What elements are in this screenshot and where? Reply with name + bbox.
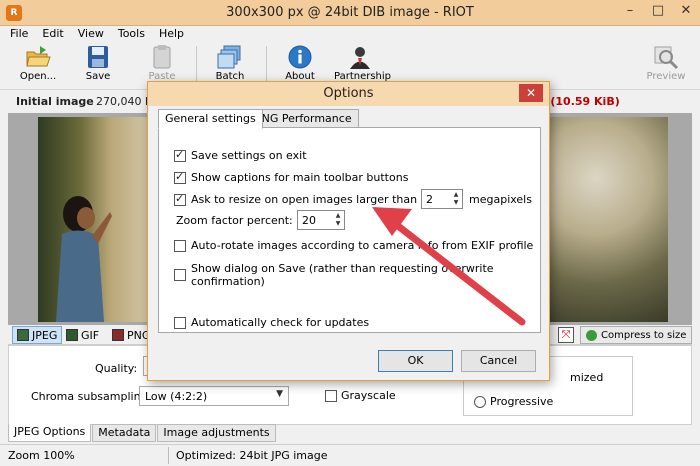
maximize-button[interactable]: □ <box>644 0 672 22</box>
optimized-size: s (10.59 KiB) <box>540 95 620 108</box>
ask-resize-option[interactable]: Ask to resize on open images larger than <box>174 192 417 206</box>
tab-general-settings[interactable]: General settings <box>158 109 263 129</box>
jpeg-format-icon <box>17 329 29 341</box>
auto-update-checkbox[interactable] <box>174 316 186 329</box>
tab-jpeg[interactable]: JPEG <box>12 326 63 344</box>
show-dialog-save-option[interactable]: Show dialog on Save (rather than request… <box>174 262 540 288</box>
spin-down-icon[interactable]: ▼ <box>451 199 461 207</box>
save-button[interactable]: Save <box>72 44 124 88</box>
gif-format-icon <box>66 329 78 341</box>
megapixels-spinner[interactable]: 2 ▲ ▼ <box>421 189 463 209</box>
toolbar-separator <box>196 46 197 86</box>
original-image-photo <box>38 117 158 322</box>
progressive-radio[interactable]: Progressive <box>474 395 553 408</box>
paste-clipboard-icon <box>153 45 171 69</box>
show-captions-option[interactable]: Show captions for main toolbar buttons <box>174 170 408 184</box>
grayscale-checkbox-box[interactable] <box>325 389 337 402</box>
zoom-factor-spinner[interactable]: 20 ▲ ▼ <box>297 210 345 230</box>
initial-image-label: Initial image <box>16 95 94 108</box>
png-format-icon <box>112 329 124 341</box>
close-window-button[interactable]: ✕ <box>672 0 700 22</box>
status-bar: Zoom 100% Optimized: 24bit JPG image <box>0 444 700 466</box>
optimized-image-photo <box>548 117 668 322</box>
tab-metadata[interactable]: Metadata <box>92 424 157 442</box>
girl-figure-image <box>56 196 112 322</box>
progressive-radio-circle[interactable] <box>474 395 486 408</box>
status-divider <box>168 447 169 464</box>
grayscale-checkbox[interactable]: Grayscale <box>325 389 396 402</box>
tab-gif[interactable]: GIF <box>62 326 103 344</box>
quality-label: Quality: <box>95 362 138 375</box>
spin-up-icon[interactable]: ▲ <box>451 191 461 199</box>
open-folder-icon <box>26 46 51 67</box>
menu-tools[interactable]: Tools <box>112 26 151 42</box>
dialog-title: Options <box>148 82 549 106</box>
cancel-button[interactable]: Cancel <box>461 350 536 372</box>
person-icon <box>350 47 370 69</box>
auto-update-option[interactable]: Automatically check for updates <box>174 316 369 329</box>
auto-rotate-option[interactable]: Auto-rotate images according to camera i… <box>174 239 533 252</box>
preview-button[interactable]: Preview <box>640 44 692 88</box>
status-message: Optimized: 24bit JPG image <box>176 449 328 462</box>
compress-icon <box>586 329 597 341</box>
info-icon <box>288 45 312 69</box>
ask-resize-checkbox[interactable] <box>174 192 186 206</box>
spin-up-icon[interactable]: ▲ <box>333 212 343 220</box>
menu-edit[interactable]: Edit <box>36 26 69 42</box>
batch-images-icon <box>217 45 241 69</box>
save-on-exit-option[interactable]: Save settings on exit <box>174 148 307 162</box>
options-dialog: Options ✕ General settings PNG Performan… <box>147 81 550 381</box>
magnifier-icon <box>654 46 679 70</box>
menu-help[interactable]: Help <box>153 26 190 42</box>
initial-image-size: 270,040 b <box>96 95 152 108</box>
compress-to-size-button[interactable]: Compress to size <box>580 326 692 344</box>
menu-view[interactable]: View <box>72 26 110 42</box>
show-dialog-save-checkbox[interactable] <box>174 269 186 281</box>
tab-png-performance[interactable]: PNG Performance <box>248 109 359 128</box>
general-settings-page: Save settings on exit Show captions for … <box>158 127 541 333</box>
chroma-subsampling-select[interactable]: Low (4:2:2) ▼ <box>139 386 289 406</box>
spin-down-icon[interactable]: ▼ <box>333 220 343 228</box>
menu-bar: File Edit View Tools Help <box>0 26 700 42</box>
auto-rotate-checkbox[interactable] <box>174 239 186 252</box>
zoom-level: Zoom 100% <box>8 449 75 462</box>
tab-image-adjustments[interactable]: Image adjustments <box>157 424 276 442</box>
open-button[interactable]: Open... <box>12 44 64 88</box>
title-bar: R 300x300 px @ 24bit DIB image - RIOT – … <box>0 0 700 26</box>
chroma-label: Chroma subsampling: <box>31 390 152 403</box>
zoom-factor-label: Zoom factor percent: <box>176 214 293 227</box>
ok-button[interactable]: OK <box>378 350 453 372</box>
toolbar-separator <box>266 46 267 86</box>
minimize-button[interactable]: – <box>616 0 644 22</box>
optimized-label: mized <box>570 371 604 384</box>
tab-jpeg-options[interactable]: JPEG Options <box>8 424 92 442</box>
megapixels-unit: megapixels <box>469 193 532 206</box>
save-on-exit-checkbox[interactable] <box>174 148 186 162</box>
dialog-close-button[interactable]: ✕ <box>519 84 543 102</box>
fit-zoom-icon[interactable]: ⤧ <box>558 327 574 343</box>
floppy-disk-icon <box>88 46 108 68</box>
options-tab-bar: JPEG Options Metadata Image adjustments <box>8 424 692 442</box>
chevron-down-icon: ▼ <box>276 389 283 399</box>
window-title: 300x300 px @ 24bit DIB image - RIOT <box>226 5 474 20</box>
show-captions-checkbox[interactable] <box>174 170 186 184</box>
menu-file[interactable]: File <box>4 26 34 42</box>
